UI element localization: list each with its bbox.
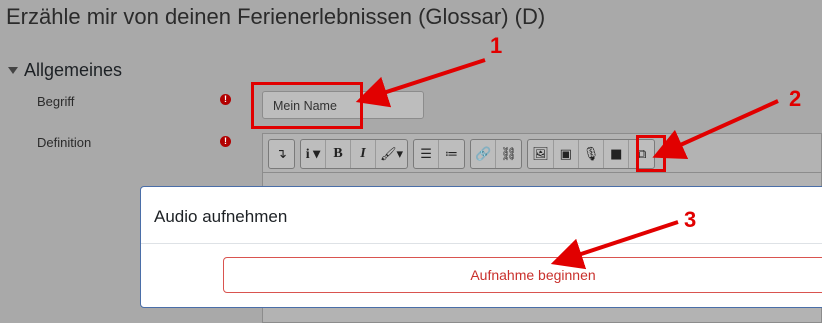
callout-arrow-2 bbox=[652, 99, 779, 160]
callout-arrow-3 bbox=[550, 220, 679, 270]
callout-arrow-1 bbox=[355, 58, 486, 108]
callout-arrows bbox=[355, 58, 779, 270]
